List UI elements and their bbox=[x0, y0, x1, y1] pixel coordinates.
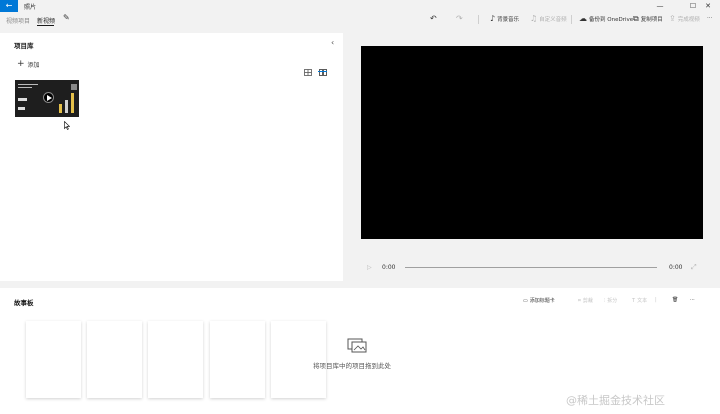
toolbar-divider bbox=[478, 15, 479, 24]
selected-view-indicator bbox=[318, 71, 327, 72]
storyboard-slot bbox=[210, 321, 265, 398]
thumbnail-text-line bbox=[18, 84, 38, 85]
background-music-button[interactable]: ♪ 背景音乐 bbox=[490, 14, 519, 24]
project-library-title: 项目库 bbox=[14, 42, 34, 50]
toolbar-divider bbox=[571, 15, 572, 24]
minimize-button[interactable]: — bbox=[648, 0, 672, 12]
fullscreen-button[interactable]: ⤢ bbox=[691, 263, 697, 272]
tab-video-projects[interactable]: 视频项目 bbox=[6, 16, 30, 25]
tab-new-video[interactable]: 新视频 bbox=[37, 16, 55, 25]
delete-button[interactable]: 🗑 bbox=[672, 297, 678, 303]
seek-bar[interactable] bbox=[405, 267, 657, 268]
play-icon: ▷ bbox=[367, 264, 372, 271]
copy-icon: ⧉ bbox=[633, 14, 639, 23]
text-button[interactable]: T 文本 bbox=[632, 297, 647, 305]
audio-icon: ♫ bbox=[530, 14, 538, 23]
backup-onedrive-button[interactable]: ☁ 备份到 OneDrive bbox=[579, 14, 633, 24]
text-icon: T bbox=[632, 297, 636, 304]
trim-button[interactable]: ⌗ 剪裁 bbox=[578, 297, 593, 305]
thumbnail-text-line bbox=[18, 98, 27, 101]
project-library-panel bbox=[0, 33, 343, 281]
title-bar bbox=[0, 0, 720, 12]
thumbnail-badge bbox=[71, 84, 77, 90]
storyboard-slot bbox=[87, 321, 142, 398]
thumbnail-text-line bbox=[18, 107, 25, 110]
music-note-icon: ♪ bbox=[490, 14, 496, 23]
thumbnail-bar bbox=[59, 104, 62, 113]
play-button[interactable]: ▷ bbox=[367, 264, 372, 271]
plus-icon: + bbox=[17, 59, 25, 69]
undo-icon: ↶ bbox=[430, 14, 437, 23]
drop-media-icon bbox=[347, 338, 367, 353]
thumbnail-text-line bbox=[18, 87, 32, 88]
more-options-button[interactable]: ··· bbox=[707, 15, 712, 21]
active-tab-indicator bbox=[37, 25, 54, 26]
close-button[interactable]: ✕ bbox=[696, 0, 720, 12]
media-thumbnail[interactable] bbox=[15, 80, 79, 117]
storyboard-divider: | bbox=[655, 297, 657, 303]
watermark: @稀土掘金技术社区 bbox=[566, 394, 665, 407]
chevron-left-icon: ‹ bbox=[331, 38, 335, 47]
view-small-grid-button[interactable] bbox=[304, 61, 312, 76]
back-button[interactable]: ← bbox=[0, 0, 18, 12]
title-card-icon: ▭ bbox=[523, 297, 528, 304]
cloud-icon: ☁ bbox=[579, 14, 587, 23]
split-icon: ⫶ bbox=[604, 297, 606, 304]
trim-icon: ⌗ bbox=[578, 297, 581, 304]
storyboard-slot bbox=[148, 321, 203, 398]
redo-button[interactable]: ↷ bbox=[456, 15, 463, 23]
add-title-card-button[interactable]: ▭ 添加标题卡 bbox=[523, 297, 555, 305]
play-icon bbox=[43, 92, 54, 103]
thumbnail-bar bbox=[71, 93, 74, 113]
trash-icon: 🗑 bbox=[672, 297, 679, 303]
storyboard-slot bbox=[26, 321, 81, 398]
add-media-button[interactable]: + 添加 bbox=[17, 59, 40, 70]
current-time: 0:00 bbox=[382, 264, 396, 271]
export-icon: ⇪ bbox=[669, 14, 676, 23]
arrow-left-icon: ← bbox=[5, 1, 13, 10]
video-preview[interactable] bbox=[361, 46, 703, 239]
pencil-icon: ✎ bbox=[63, 13, 70, 22]
undo-button[interactable]: ↶ bbox=[430, 15, 437, 23]
mouse-cursor-icon bbox=[64, 121, 70, 130]
custom-audio-button[interactable]: ♫ 自定义音频 bbox=[530, 14, 567, 24]
copy-project-button[interactable]: ⧉ 复制项目 bbox=[633, 14, 663, 24]
total-time: 0:00 bbox=[669, 264, 683, 271]
collapse-library-button[interactable]: ‹ bbox=[331, 38, 334, 47]
view-large-grid-button[interactable] bbox=[319, 61, 327, 76]
grid-small-icon bbox=[304, 69, 312, 76]
app-title: 照片 bbox=[24, 4, 37, 11]
storyboard-more-button[interactable]: ··· bbox=[690, 297, 695, 303]
split-button[interactable]: ⫶ 拆分 bbox=[604, 297, 617, 305]
finish-video-button[interactable]: ⇪ 完成视频 bbox=[669, 14, 700, 24]
thumbnail-bar bbox=[65, 100, 68, 113]
drop-hint-text: 将项目库中的项目拖到此处 bbox=[313, 362, 391, 370]
storyboard-title: 故事板 bbox=[14, 299, 34, 307]
fullscreen-icon: ⤢ bbox=[691, 263, 697, 271]
rename-button[interactable]: ✎ bbox=[63, 14, 70, 22]
redo-icon: ↷ bbox=[456, 14, 463, 23]
